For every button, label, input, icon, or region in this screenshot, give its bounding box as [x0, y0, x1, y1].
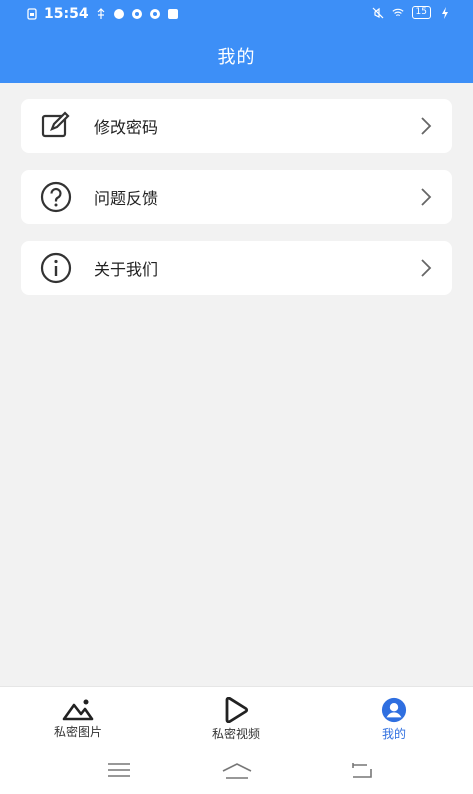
- mountain-icon: [62, 699, 94, 721]
- menu-item-label: 修改密码: [94, 118, 159, 137]
- chevron-right-icon: [421, 117, 432, 135]
- chevron-right-icon: [421, 188, 432, 206]
- info-icon: [40, 252, 72, 284]
- tab-private-videos[interactable]: 私密视频: [176, 697, 296, 742]
- mute-icon: [372, 7, 383, 18]
- chat-icon: [149, 9, 160, 19]
- menu-icon[interactable]: [107, 762, 131, 778]
- edit-icon: [40, 110, 72, 142]
- battery-indicator: 15: [411, 6, 431, 19]
- menu-item-about-us[interactable]: 关于我们: [21, 241, 452, 295]
- tab-label: 我的: [381, 727, 406, 741]
- system-nav-bar: [0, 757, 473, 787]
- tab-label: 私密图片: [53, 725, 102, 739]
- profile-icon: [381, 697, 407, 723]
- menu-item-label: 关于我们: [94, 260, 159, 279]
- menu-item-change-password[interactable]: 修改密码: [21, 99, 452, 153]
- tab-private-photos[interactable]: 私密图片: [18, 697, 138, 740]
- play-icon: [225, 697, 249, 723]
- page-title: 我的: [217, 47, 256, 68]
- charging-icon: [442, 6, 448, 19]
- app-header: 15:54 15 我的: [0, 0, 473, 83]
- menu-item-label: 问题反馈: [94, 189, 159, 208]
- home-icon[interactable]: [221, 762, 253, 780]
- tab-mine[interactable]: 我的: [334, 697, 454, 742]
- question-icon: [40, 181, 72, 213]
- tab-label: 私密视频: [211, 727, 260, 741]
- chat-icon: [131, 9, 142, 19]
- status-time: 15:54: [44, 6, 89, 22]
- status-bar: 15:54 15: [0, 0, 473, 28]
- notification-icon: [113, 9, 124, 19]
- menu-item-feedback[interactable]: 问题反馈: [21, 170, 452, 224]
- wifi-icon: [392, 8, 404, 16]
- sim-icon: [27, 8, 37, 20]
- back-icon[interactable]: [349, 762, 373, 780]
- usb-icon: [97, 8, 105, 19]
- chevron-right-icon: [421, 259, 432, 277]
- app-icon: [167, 9, 178, 19]
